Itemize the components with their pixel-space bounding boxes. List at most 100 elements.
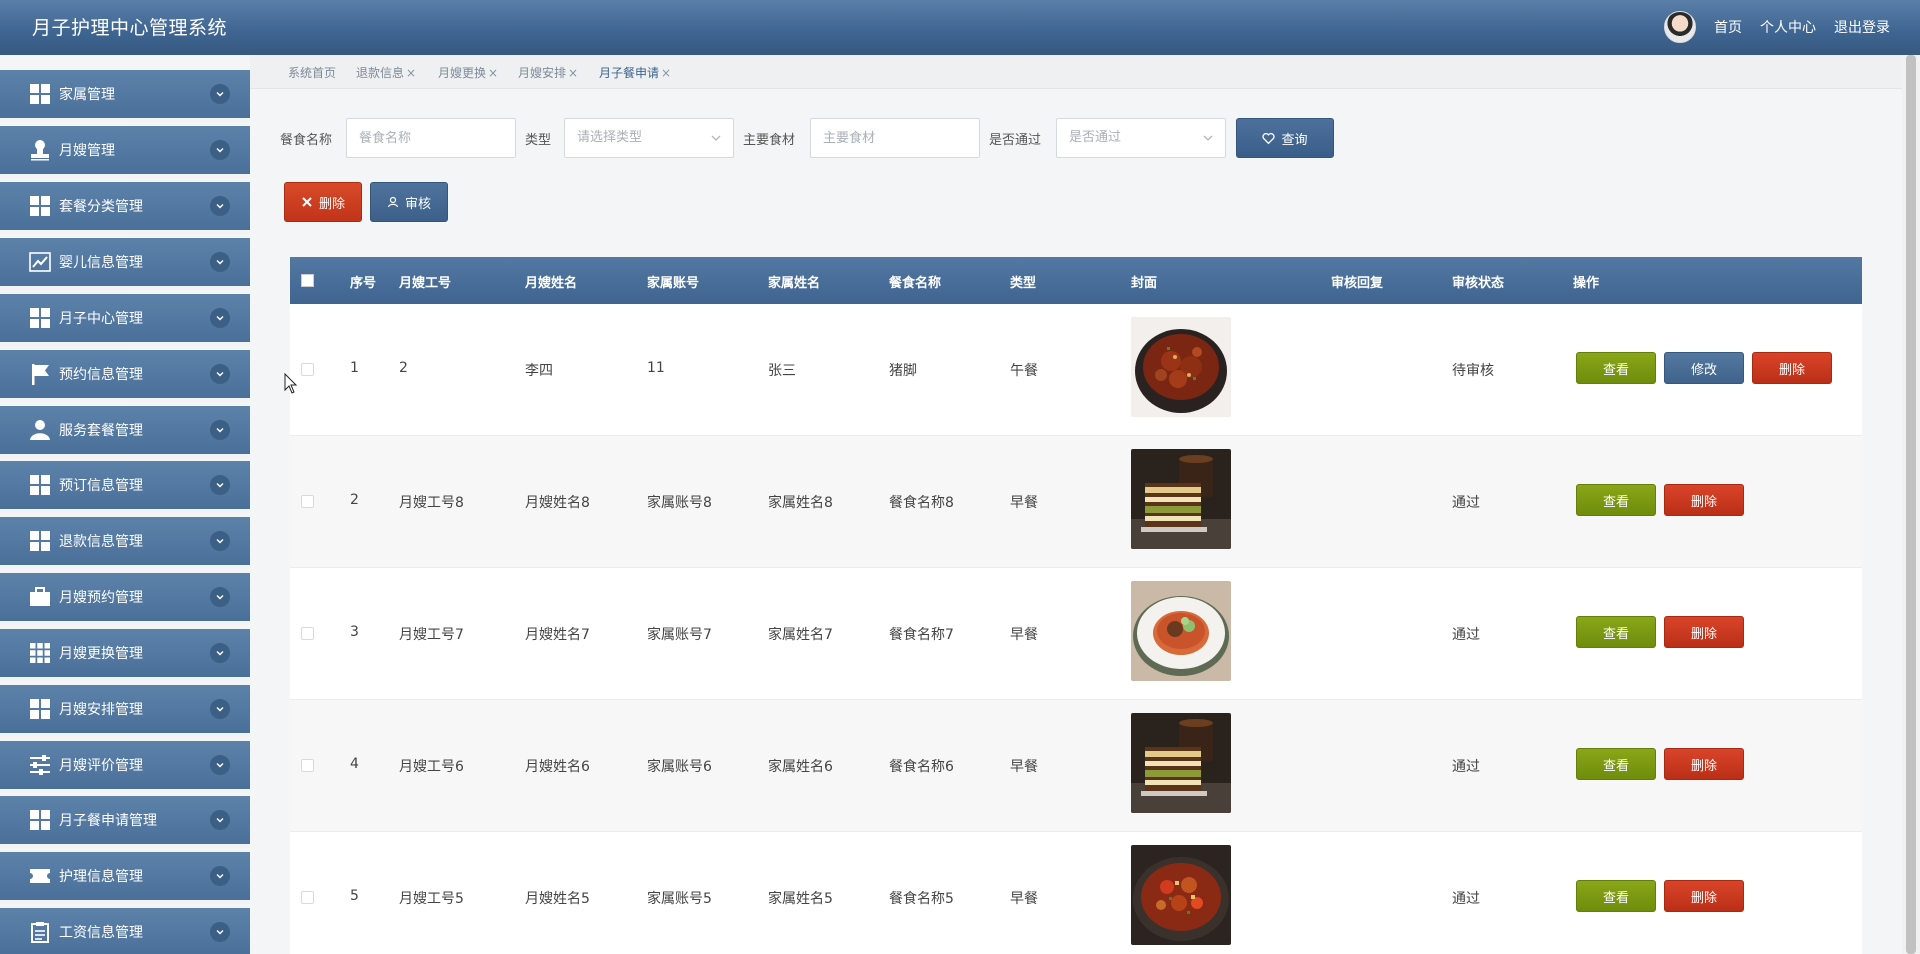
sidebar-item[interactable]: 套餐分类管理 <box>0 182 250 234</box>
cell-family-account: 家属账号6 <box>647 759 712 775</box>
tab-arrangement[interactable]: 月嫂安排 × <box>518 64 578 81</box>
row-delete-label: 删除 <box>1690 626 1717 642</box>
select-all-checkbox[interactable] <box>301 274 314 287</box>
sidebar-item[interactable]: 预订信息管理 <box>0 461 250 513</box>
sidebar-item[interactable]: 月嫂管理 <box>0 126 250 178</box>
cell-family-account: 家属账号7 <box>647 627 712 643</box>
sidebar-item[interactable]: 退款信息管理 <box>0 517 250 569</box>
sidebar-item[interactable]: 月子中心管理 <box>0 294 250 346</box>
sidebar-item[interactable]: 月嫂更换管理 <box>0 629 250 681</box>
row-delete-button[interactable]: 删除 <box>1664 616 1744 648</box>
meal-name-label: 餐食名称 <box>280 133 333 148</box>
table-row: 4 月嫂工号6 月嫂姓名6 家属账号6 家属姓名6 餐食名称6 早餐 通过 查看 删除 <box>290 700 1862 832</box>
row-checkbox[interactable] <box>301 759 314 772</box>
chevron-down-icon[interactable] <box>210 531 230 551</box>
column-header: 封面 <box>1131 276 1158 291</box>
cell-family-account: 家属账号5 <box>647 891 712 907</box>
row-checkbox[interactable] <box>301 891 314 904</box>
chevron-down-icon[interactable] <box>210 475 230 495</box>
sidebar-item-label: 月嫂评价管理 <box>59 758 143 774</box>
pass-select[interactable]: 是否通过 <box>1056 118 1226 158</box>
sidebar-item[interactable]: 护理信息管理 <box>0 852 250 904</box>
row-checkbox[interactable] <box>301 363 314 376</box>
chevron-down-icon[interactable] <box>210 643 230 663</box>
chevron-down-icon[interactable] <box>210 755 230 775</box>
tab-refund[interactable]: 退款信息 × <box>356 64 416 81</box>
row-checkbox[interactable] <box>301 627 314 640</box>
type-select[interactable]: 请选择类型 <box>564 118 734 158</box>
scrollbar-thumb[interactable] <box>1906 55 1916 954</box>
chevron-down-icon[interactable] <box>210 866 230 886</box>
sidebar-item[interactable]: 月嫂安排管理 <box>0 685 250 737</box>
table-header: 序号 月嫂工号 月嫂姓名 家属账号 家属姓名 餐食名称 类型 封面 审核回复 审… <box>290 257 1862 304</box>
view-button[interactable]: 查看 <box>1576 616 1656 648</box>
home-link[interactable]: 首页 <box>1714 17 1742 37</box>
chevron-down-icon[interactable] <box>210 922 230 942</box>
sidebar-item[interactable]: 服务套餐管理 <box>0 406 250 458</box>
scrollbar[interactable] <box>1902 55 1920 954</box>
row-delete-button[interactable]: 删除 <box>1664 748 1744 780</box>
sidebar-item[interactable]: 预约信息管理 <box>0 350 250 402</box>
chevron-down-icon[interactable] <box>210 196 230 216</box>
batch-delete-button[interactable]: 删除 <box>284 182 362 222</box>
ingredient-field[interactable] <box>823 119 979 157</box>
sidebar-item[interactable]: 月嫂预约管理 <box>0 573 250 625</box>
sidebar-item-label: 婴儿信息管理 <box>59 255 143 271</box>
row-delete-button[interactable]: 删除 <box>1664 880 1744 912</box>
view-button-label: 查看 <box>1602 626 1629 642</box>
row-delete-button[interactable]: 删除 <box>1752 352 1832 384</box>
cell-staff-id: 月嫂工号7 <box>399 627 464 643</box>
logout-link[interactable]: 退出登录 <box>1834 17 1890 37</box>
flag-icon <box>27 361 53 387</box>
cell-no: 1 <box>350 360 359 376</box>
chevron-down-icon[interactable] <box>210 420 230 440</box>
sidebar-item[interactable]: 婴儿信息管理 <box>0 238 250 290</box>
row-checkbox[interactable] <box>301 495 314 508</box>
sidebar-item-label: 工资信息管理 <box>59 925 143 941</box>
audit-button[interactable]: 审核 <box>370 182 448 222</box>
row-delete-button[interactable]: 删除 <box>1664 484 1744 516</box>
sidebar-item[interactable]: 工资信息管理 <box>0 908 250 954</box>
chevron-down-icon[interactable] <box>210 699 230 719</box>
close-icon[interactable]: × <box>488 66 498 80</box>
chevron-down-icon[interactable] <box>210 810 230 830</box>
edit-button[interactable]: 修改 <box>1664 352 1744 384</box>
tab-meal-application[interactable]: 月子餐申请 × <box>599 64 671 81</box>
sidebar-item[interactable]: 月子餐申请管理 <box>0 796 250 848</box>
tab-home[interactable]: 系统首页 <box>288 64 336 81</box>
cell-family-account: 家属账号8 <box>647 495 712 511</box>
close-icon[interactable]: × <box>406 66 416 80</box>
chevron-down-icon[interactable] <box>210 364 230 384</box>
sidebar-item[interactable]: 月嫂评价管理 <box>0 741 250 793</box>
tab-replacement[interactable]: 月嫂更换 × <box>438 64 498 81</box>
chevron-down-icon[interactable] <box>210 308 230 328</box>
grid-icon <box>27 528 53 554</box>
heart-icon <box>1262 132 1276 144</box>
ingredient-input[interactable] <box>810 118 980 158</box>
profile-link[interactable]: 个人中心 <box>1760 17 1816 37</box>
meal-name-input[interactable] <box>346 118 516 158</box>
cell-status: 通过 <box>1452 891 1480 907</box>
query-button[interactable]: 查询 <box>1236 118 1334 158</box>
view-button[interactable]: 查看 <box>1576 748 1656 780</box>
view-button[interactable]: 查看 <box>1576 484 1656 516</box>
view-button[interactable]: 查看 <box>1576 352 1656 384</box>
chevron-down-icon[interactable] <box>210 252 230 272</box>
close-icon[interactable]: × <box>661 66 671 80</box>
sidebar-item[interactable]: 家属管理 <box>0 70 250 122</box>
close-icon[interactable]: × <box>568 66 578 80</box>
batch-delete-label: 删除 <box>318 196 345 212</box>
sidebar-item-label: 月子餐申请管理 <box>59 813 157 829</box>
chevron-down-icon <box>1203 135 1213 141</box>
column-header: 家属姓名 <box>768 276 821 291</box>
avatar[interactable] <box>1664 11 1696 43</box>
meal-name-field[interactable] <box>359 119 515 157</box>
chevron-down-icon[interactable] <box>210 84 230 104</box>
view-button[interactable]: 查看 <box>1576 880 1656 912</box>
chevron-down-icon[interactable] <box>210 587 230 607</box>
cell-staff-id: 月嫂工号8 <box>399 495 464 511</box>
cell-family-name: 家属姓名5 <box>768 891 833 907</box>
cell-type: 早餐 <box>1010 759 1038 775</box>
chevron-down-icon[interactable] <box>210 140 230 160</box>
cover-image <box>1131 581 1231 681</box>
